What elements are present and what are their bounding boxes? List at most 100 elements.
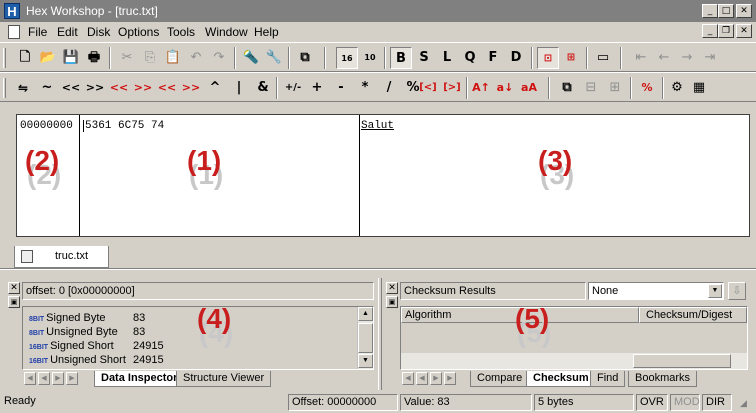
inspector-row[interactable]: 16BIT Unsigned Short xyxy=(29,354,126,366)
chevron-down-icon[interactable]: ▼ xyxy=(708,284,722,298)
compare-next-icon[interactable]: ⊟ xyxy=(580,77,602,99)
toggle-inspector-icon[interactable]: ⊡ xyxy=(537,47,559,69)
calculator-icon[interactable]: ▦ xyxy=(688,77,710,99)
and-icon[interactable]: & xyxy=(252,77,274,99)
format-double-button[interactable]: D xyxy=(505,47,527,69)
inspector-row[interactable]: 16BIT Signed Short xyxy=(29,340,114,352)
checksum-hscrollbar[interactable] xyxy=(401,353,747,369)
inspector-list[interactable]: 8BIT Signed Byte 83 8BIT Unsigned Byte 83 … xyxy=(22,303,374,370)
inspector-row[interactable]: 8BIT Signed Byte xyxy=(29,312,106,324)
close-results-icon[interactable]: ✕ xyxy=(386,282,398,294)
ascii-cell[interactable]: Salut xyxy=(361,120,394,132)
mdi-close-button[interactable]: ✕ xyxy=(736,24,752,38)
compare-prev-icon[interactable]: ⊞ xyxy=(604,77,626,99)
document-tab[interactable]: truc.txt xyxy=(14,246,109,268)
invert-case-icon[interactable]: aA xyxy=(518,77,540,99)
find-icon[interactable]: 🔦 xyxy=(240,47,262,69)
paste-icon[interactable]: 📋 xyxy=(162,47,184,69)
format-long-button[interactable]: L xyxy=(436,47,458,69)
menu-help[interactable]: Help xyxy=(254,25,279,39)
pin-results-icon[interactable]: ▣ xyxy=(386,296,398,308)
find-replace-icon[interactable]: 🔧 xyxy=(263,47,285,69)
algorithm-select[interactable]: None ▼ xyxy=(588,282,724,300)
menu-file[interactable]: File xyxy=(28,25,47,39)
negate-icon[interactable]: +/- xyxy=(282,77,304,99)
resize-grip-icon[interactable]: ◢ xyxy=(740,398,747,409)
subtract-icon[interactable]: - xyxy=(330,77,352,99)
tab-prev-icon[interactable]: ◀ xyxy=(416,372,428,385)
document-icon[interactable] xyxy=(8,25,20,39)
multiply-icon[interactable]: * xyxy=(354,77,376,99)
close-inspector-icon[interactable]: ✕ xyxy=(8,282,20,294)
menu-edit[interactable]: Edit xyxy=(57,25,78,39)
calculate-checksum-icon[interactable]: ⇩ xyxy=(728,282,746,300)
print-icon[interactable]: 🖶 xyxy=(83,47,105,69)
mdi-restore-button[interactable]: ❐ xyxy=(718,24,734,38)
or-icon[interactable]: | xyxy=(228,77,250,99)
undo-icon[interactable]: ↶ xyxy=(185,47,207,69)
toggle-results-icon[interactable]: ⊞ xyxy=(560,47,582,69)
format-byte-button[interactable]: B xyxy=(390,47,412,69)
split-divider[interactable] xyxy=(0,268,756,270)
last-icon[interactable]: ⇥ xyxy=(699,47,721,69)
redo-icon[interactable]: ↷ xyxy=(208,47,230,69)
inspector-scrollbar[interactable]: ▲ ▼ xyxy=(357,307,373,369)
back-icon[interactable]: ← xyxy=(653,47,675,69)
checksum-icon[interactable]: % xyxy=(636,77,658,99)
swap-icon[interactable]: ⇋ xyxy=(12,77,34,99)
pin-inspector-icon[interactable]: ▣ xyxy=(8,296,20,308)
toolbar-grip[interactable] xyxy=(3,48,6,68)
block-right-icon[interactable]: [>] xyxy=(438,77,466,99)
hscroll-thumb[interactable] xyxy=(633,354,731,368)
goto-icon[interactable]: ⧉ xyxy=(294,47,316,69)
copy-icon[interactable]: ⎘ xyxy=(139,47,161,69)
tab-find[interactable]: Find xyxy=(590,371,626,387)
uppercase-icon[interactable]: A↑ xyxy=(470,77,492,99)
checksum-table[interactable]: Algorithm Checksum/Digest (5) (5) xyxy=(400,303,748,370)
block-shift-right-icon[interactable]: >> xyxy=(180,77,202,99)
maximize-button[interactable]: □ xyxy=(718,4,734,18)
window-icon[interactable]: ▭ xyxy=(592,47,614,69)
divide-icon[interactable]: / xyxy=(378,77,400,99)
scroll-thumb[interactable] xyxy=(358,323,373,353)
hex-mode-icon[interactable]: 16 xyxy=(336,47,358,69)
settings-icon[interactable]: ⚙ xyxy=(666,77,688,99)
tab-structure-viewer[interactable]: Structure Viewer xyxy=(176,371,272,387)
menu-options[interactable]: Options xyxy=(118,25,159,39)
add-icon[interactable]: + xyxy=(306,77,328,99)
new-file-icon[interactable]: 🗋 xyxy=(14,47,36,69)
format-quad-button[interactable]: Q xyxy=(459,47,481,69)
rotate-right-icon[interactable]: >> xyxy=(132,77,154,99)
tab-last-icon[interactable]: ▶ xyxy=(444,372,456,385)
mdi-minimize-button[interactable]: _ xyxy=(702,24,718,38)
menu-tools[interactable]: Tools xyxy=(167,25,195,39)
tab-compare[interactable]: Compare xyxy=(470,371,530,387)
first-icon[interactable]: ⇤ xyxy=(630,47,652,69)
cut-icon[interactable]: ✂ xyxy=(116,47,138,69)
hex-editor[interactable]: 00000000 5361 6C75 74 Salut (2) (2) (1) … xyxy=(16,114,750,237)
tab-checksum[interactable]: Checksum xyxy=(526,371,596,387)
tab-next-icon[interactable]: ▶ xyxy=(430,372,442,385)
panel-splitter[interactable] xyxy=(378,278,382,390)
tab-bookmarks[interactable]: Bookmarks xyxy=(628,371,698,387)
tab-first-icon[interactable]: ◀ xyxy=(402,372,414,385)
rotate-left-icon[interactable]: << xyxy=(108,77,130,99)
shift-right-icon[interactable]: >> xyxy=(84,77,106,99)
format-float-button[interactable]: F xyxy=(482,47,504,69)
tab-last-icon[interactable]: ▶ xyxy=(66,372,78,385)
not-icon[interactable]: ~ xyxy=(36,77,58,99)
menu-window[interactable]: Window xyxy=(205,25,248,39)
decimal-mode-icon[interactable]: 10 xyxy=(359,47,381,69)
tab-next-icon[interactable]: ▶ xyxy=(52,372,64,385)
scroll-down-icon[interactable]: ▼ xyxy=(358,354,373,368)
open-icon[interactable]: 📂 xyxy=(37,47,59,69)
forward-icon[interactable]: → xyxy=(676,47,698,69)
xor-icon[interactable]: ^ xyxy=(204,77,226,99)
compare-icon[interactable]: ⧉ xyxy=(556,77,578,99)
format-short-button[interactable]: S xyxy=(413,47,435,69)
shift-left-icon[interactable]: << xyxy=(60,77,82,99)
lowercase-icon[interactable]: a↓ xyxy=(494,77,516,99)
block-shift-left-icon[interactable]: << xyxy=(156,77,178,99)
column-header-checksum[interactable]: Checksum/Digest xyxy=(639,307,747,323)
menu-disk[interactable]: Disk xyxy=(87,25,110,39)
